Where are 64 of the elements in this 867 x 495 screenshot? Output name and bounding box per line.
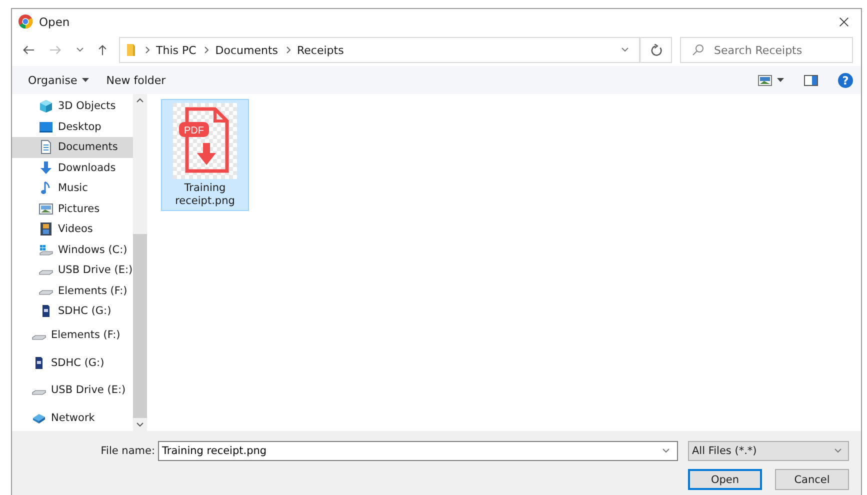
pictures-icon [39,202,53,216]
drive-icon [39,290,53,296]
folder-icon [127,43,135,57]
chevron-right-icon[interactable] [286,46,292,54]
sidebar-item[interactable]: Network [12,404,133,432]
organise-menu[interactable]: Organise [28,74,78,86]
caret-icon[interactable] [777,78,784,82]
sidebar-item[interactable]: Pictures [12,198,133,219]
sidebar-item[interactable]: Downloads [12,158,133,178]
sidebar-item[interactable]: Documents [12,137,133,158]
chevron-right-icon[interactable] [145,46,150,54]
window-title: Open [39,14,70,28]
chevron-down-icon[interactable] [621,47,629,53]
cube-icon [39,99,53,114]
download-icon [39,160,53,175]
breadcrumb[interactable]: This PC [156,44,196,56]
chevron-down-icon[interactable] [76,47,84,53]
search-field[interactable]: Search Receipts [680,37,853,63]
file-type-dropdown[interactable]: All Files (*.*) [688,441,849,461]
sidebar-item[interactable]: USB Drive (E:) [12,260,133,280]
back-icon[interactable] [22,44,35,56]
search-icon [692,44,704,56]
sidebar-item[interactable]: Videos [12,219,133,240]
refresh-icon[interactable] [650,44,662,56]
system-drive-icon [39,242,53,257]
document-icon [39,140,53,154]
film-icon [39,222,53,236]
pdf-file-icon: PDF [173,103,237,179]
cancel-button[interactable]: Cancel [775,469,849,490]
new-folder-button[interactable]: New folder [106,74,166,86]
close-icon[interactable] [839,16,849,26]
sidebar-item[interactable]: SDHC (G:) [12,349,133,376]
chevron-down-icon[interactable] [662,448,670,454]
scrollbar-thumb[interactable] [132,234,147,418]
drive-icon [39,270,53,275]
sidebar-item[interactable]: 3D Objects [12,96,133,116]
help-icon[interactable]: ? [838,72,853,88]
file-name-field[interactable]: Training receipt.png [158,441,678,461]
caret-icon[interactable] [82,78,90,82]
scroll-down-icon[interactable] [136,422,144,427]
preview-pane-icon[interactable] [804,74,818,86]
desktop-icon [39,120,53,134]
chevron-right-icon[interactable] [204,46,210,54]
open-button[interactable]: Open [688,469,762,490]
address-bar[interactable]: This PC Documents Receipts [119,37,611,63]
sidebar-item[interactable]: Music [12,178,133,198]
view-icon[interactable] [758,74,772,86]
sidebar-item[interactable]: Elements (F:) [12,280,133,301]
scrollbar[interactable] [132,94,147,431]
breadcrumb[interactable]: Receipts [297,44,344,56]
sidebar-item[interactable]: Elements (F:) [12,322,133,349]
file-name-label: File name: [100,445,155,457]
sidebar-item[interactable]: Desktop [12,116,133,137]
sidebar-item[interactable]: USB Drive (E:) [12,376,133,404]
drive-icon [32,390,46,395]
scroll-up-icon[interactable] [136,98,144,103]
sidebar-item[interactable]: Windows (C:) [12,240,133,260]
file-item[interactable]: PDF Training receipt.png [161,99,249,211]
app-icon [18,14,33,29]
chevron-down-icon [834,448,842,454]
up-icon[interactable] [96,44,109,56]
drive-icon [32,334,46,340]
sidebar-item[interactable]: SDHC (G:) [12,301,133,322]
breadcrumb[interactable]: Documents [215,44,278,56]
